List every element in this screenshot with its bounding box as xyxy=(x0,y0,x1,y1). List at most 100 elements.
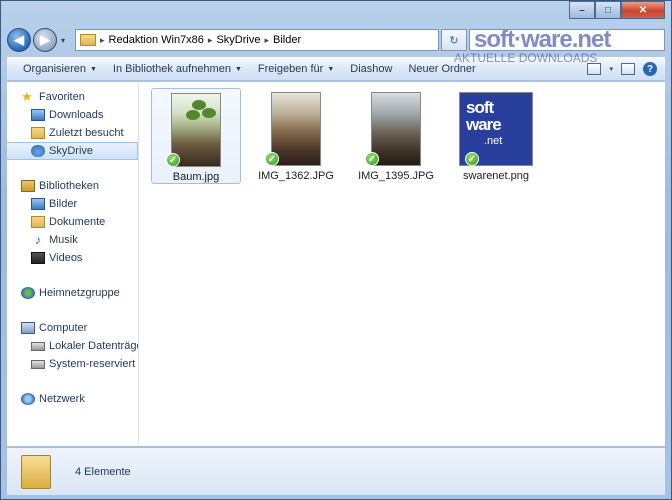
refresh-button[interactable]: ↻ xyxy=(441,29,467,51)
sidebar-item-label: Downloads xyxy=(49,109,104,121)
file-item[interactable]: ✓ IMG_1362.JPG xyxy=(251,88,341,184)
network-icon xyxy=(21,393,35,405)
file-name: swarenet.png xyxy=(462,170,530,182)
file-item[interactable]: soft ware .net ✓ swarenet.png xyxy=(451,88,541,184)
sidebar-item-system-reserved[interactable]: System-reserviert (E: xyxy=(7,355,138,373)
breadcrumb-separator-icon[interactable]: ▸ xyxy=(208,35,213,46)
libraries-group: Bibliotheken Bilder Dokumente ♪ Musik Vi… xyxy=(7,177,138,267)
sidebar-item-label: Netzwerk xyxy=(39,393,85,405)
downloads-folder-icon xyxy=(31,109,45,121)
caption-buttons: – □ ✕ xyxy=(569,1,665,19)
image-thumbnail xyxy=(371,92,421,166)
libraries-icon xyxy=(21,180,35,192)
watermark-logo: soft·ware.net xyxy=(474,29,611,51)
preview-pane-icon[interactable] xyxy=(621,63,635,75)
sidebar-item-label: Musik xyxy=(49,234,78,246)
navigation-bar: ◀ ▶ ▾ ▸ Redaktion Win7x86 ▸ SkyDrive ▸ B… xyxy=(7,27,665,53)
videos-library-icon xyxy=(31,252,45,264)
watermark-tagline: AKTUELLE DOWNLOADS xyxy=(454,51,598,65)
item-count: 4 Elemente xyxy=(75,465,131,478)
slideshow-button[interactable]: Diashow xyxy=(342,63,400,75)
toolbar-right-group: ▾ ? xyxy=(587,62,665,76)
sidebar-item-homegroup[interactable]: Heimnetzgruppe xyxy=(7,284,138,302)
caret-down-icon: ▼ xyxy=(234,65,242,73)
back-button[interactable]: ◀ xyxy=(7,28,31,52)
sidebar-item-documents[interactable]: Dokumente xyxy=(7,213,138,231)
music-note-icon: ♪ xyxy=(35,233,41,247)
network-group: Netzwerk xyxy=(7,390,138,408)
hard-disk-icon xyxy=(31,341,45,351)
image-thumbnail xyxy=(271,92,321,166)
help-icon[interactable]: ? xyxy=(643,62,657,76)
file-name: IMG_1395.JPG xyxy=(358,170,434,182)
folder-icon xyxy=(21,454,51,489)
sidebar-item-local-disk[interactable]: Lokaler Datenträger xyxy=(7,337,138,355)
forward-button[interactable]: ▶ xyxy=(33,28,57,52)
caret-down-icon: ▼ xyxy=(89,65,97,73)
navigation-pane[interactable]: ★ Favoriten Downloads Zuletzt besucht Sk… xyxy=(7,82,139,446)
organize-label: Organisieren xyxy=(23,63,86,75)
file-name: IMG_1362.JPG xyxy=(258,170,334,182)
breadcrumb-separator-icon[interactable]: ▸ xyxy=(264,35,269,46)
computer-group: Computer Lokaler Datenträger System-rese… xyxy=(7,319,138,373)
file-item[interactable]: ✓ Baum.jpg xyxy=(151,88,241,184)
sidebar-item-recent-places[interactable]: Zuletzt besucht xyxy=(7,124,138,142)
breadcrumb-separator-icon[interactable]: ▸ xyxy=(100,35,105,46)
sidebar-item-skydrive[interactable]: SkyDrive xyxy=(7,142,138,160)
sidebar-item-label: SkyDrive xyxy=(49,145,94,157)
favorites-group: ★ Favoriten Downloads Zuletzt besucht Sk… xyxy=(7,88,138,160)
close-button[interactable]: ✕ xyxy=(621,1,665,19)
star-icon: ★ xyxy=(21,89,33,104)
include-in-library-label: In Bibliothek aufnehmen xyxy=(112,63,231,75)
sidebar-item-label: Dokumente xyxy=(49,216,106,228)
share-with-menu[interactable]: Freigeben für ▼ xyxy=(250,63,342,75)
sidebar-item-favorites[interactable]: ★ Favoriten xyxy=(7,88,138,106)
minimize-button[interactable]: – xyxy=(569,1,595,19)
sidebar-item-label: Favoriten xyxy=(39,91,85,103)
folder-icon xyxy=(80,34,96,46)
file-name: Baum.jpg xyxy=(172,171,220,183)
sync-check-icon: ✓ xyxy=(465,152,479,166)
recent-pages-dropdown[interactable]: ▾ xyxy=(57,36,69,45)
sidebar-item-downloads[interactable]: Downloads xyxy=(7,106,138,124)
breadcrumb-item[interactable]: SkyDrive xyxy=(216,34,260,46)
slideshow-label: Diashow xyxy=(350,63,393,75)
skydrive-cloud-icon xyxy=(31,145,45,157)
search-input[interactable]: soft·ware.net xyxy=(469,29,665,51)
sidebar-item-videos[interactable]: Videos xyxy=(7,249,138,267)
sidebar-item-label: Bilder xyxy=(49,198,78,210)
file-item[interactable]: ✓ IMG_1395.JPG xyxy=(351,88,441,184)
breadcrumb-item[interactable]: Redaktion Win7x86 xyxy=(109,34,204,46)
sidebar-item-label: Computer xyxy=(39,322,88,334)
logo-text: soft xyxy=(466,98,494,117)
recent-places-icon xyxy=(31,127,45,139)
sidebar-item-libraries[interactable]: Bibliotheken xyxy=(7,177,138,195)
homegroup-group: Heimnetzgruppe xyxy=(7,284,138,302)
homegroup-icon xyxy=(21,287,35,299)
sidebar-item-label: Heimnetzgruppe xyxy=(39,287,120,299)
view-options-caret-icon[interactable]: ▾ xyxy=(609,65,613,73)
logo-text: ware xyxy=(466,115,502,134)
explorer-window: – □ ✕ ◀ ▶ ▾ ▸ Redaktion Win7x86 ▸ SkyDri… xyxy=(0,0,672,500)
documents-library-icon xyxy=(31,216,45,228)
computer-icon xyxy=(21,322,35,334)
sidebar-item-label: Lokaler Datenträger xyxy=(49,340,139,352)
organize-menu[interactable]: Organisieren ▼ xyxy=(15,63,105,75)
leaf-shape xyxy=(186,110,200,120)
sidebar-item-network[interactable]: Netzwerk xyxy=(7,390,138,408)
hard-disk-icon xyxy=(31,359,45,369)
breadcrumb-item[interactable]: Bilder xyxy=(273,34,301,46)
pictures-library-icon xyxy=(31,198,45,210)
sync-check-icon: ✓ xyxy=(265,152,279,166)
sidebar-item-music[interactable]: ♪ Musik xyxy=(7,231,138,249)
maximize-button[interactable]: □ xyxy=(595,1,621,19)
address-bar[interactable]: ▸ Redaktion Win7x86 ▸ SkyDrive ▸ Bilder xyxy=(75,29,439,51)
leaf-shape xyxy=(202,108,216,118)
include-in-library-menu[interactable]: In Bibliothek aufnehmen ▼ xyxy=(105,63,250,75)
sync-check-icon: ✓ xyxy=(365,152,379,166)
sidebar-item-computer[interactable]: Computer xyxy=(7,319,138,337)
file-list[interactable]: ✓ Baum.jpg ✓ IMG_1362.JPG ✓ IMG_1395.JPG… xyxy=(139,82,665,446)
sidebar-item-pictures[interactable]: Bilder xyxy=(7,195,138,213)
caret-down-icon: ▼ xyxy=(327,65,335,73)
sidebar-item-label: Videos xyxy=(49,252,83,264)
